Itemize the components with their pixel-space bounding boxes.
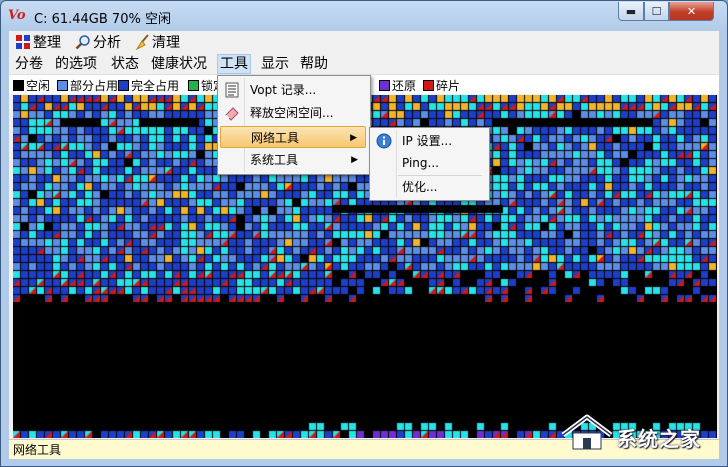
minimize-button[interactable]: ▬: [618, 2, 644, 21]
menu-item-label: 优化...: [402, 180, 438, 194]
network-tools-menu: IP 设置... Ping... 优化...: [369, 127, 490, 201]
submenu-arrow-icon: ▶: [351, 155, 358, 165]
defrag-icon: [14, 34, 31, 50]
legend-swatch: [57, 79, 68, 91]
menu-health[interactable]: 健康状况: [149, 55, 209, 73]
clean-label: 清理: [152, 35, 180, 51]
legend-swatch: [379, 79, 390, 91]
menu-item-system-tools[interactable]: 系统工具 ▶: [220, 149, 366, 171]
legend-label: 空闲: [26, 78, 51, 93]
watermark-text: 系统之家: [617, 427, 701, 451]
legend-fragment: 碎片: [423, 78, 461, 93]
analyze-label: 分析: [93, 35, 121, 51]
menu-item-label: 系统工具: [250, 153, 299, 167]
menu-volume[interactable]: 分卷: [13, 55, 45, 73]
clean-button[interactable]: 清理: [133, 33, 180, 51]
menu-status[interactable]: 状态: [109, 55, 141, 73]
menu-view[interactable]: 显示: [259, 55, 291, 73]
menu-item-vopt-log[interactable]: Vopt 记录...: [220, 79, 366, 101]
tools-menu: Vopt 记录... 释放空闲空间... 网络工具 ▶ 系统工具 ▶: [217, 75, 371, 175]
menu-item-ping[interactable]: Ping...: [372, 152, 485, 174]
menu-item-label: IP 设置...: [402, 134, 453, 148]
menu-item-label: Ping...: [402, 156, 439, 170]
legend-swatch: [118, 79, 129, 91]
legend-label: 完全占用: [131, 78, 180, 93]
legend-restore: 还原: [379, 78, 417, 93]
legend-full: 完全占用: [118, 78, 180, 93]
menu-options[interactable]: 的选项: [53, 55, 99, 73]
close-button[interactable]: ✕: [669, 2, 714, 21]
menu-item-label: 网络工具: [251, 131, 300, 145]
menu-item-optimize[interactable]: 优化...: [372, 176, 485, 198]
menu-bar: 分卷 的选项 状态 健康状况 工具 显示 帮助: [9, 53, 719, 75]
submenu-arrow-icon: ▶: [350, 133, 357, 143]
app-window: Vo C: 61.44GB 70% 空闲 ▬ ☐ ✕ 整理 分析 清理 分卷 的…: [0, 0, 728, 467]
broom-icon: [133, 34, 150, 51]
magnifier-icon: [74, 34, 91, 50]
maximize-button[interactable]: ☐: [644, 2, 669, 21]
menu-item-label: 释放空闲空间...: [250, 106, 334, 120]
defrag-label: 整理: [33, 35, 61, 51]
house-logo-icon: [561, 414, 613, 450]
menu-item-free-space[interactable]: 释放空闲空间...: [220, 102, 366, 124]
legend-swatch: [13, 79, 24, 91]
legend-swatch: [188, 79, 199, 91]
legend-free: 空闲: [13, 78, 51, 93]
document-list-icon: [224, 82, 240, 98]
legend-partial: 部分占用: [57, 78, 119, 93]
status-text: 网络工具: [13, 443, 62, 457]
defrag-button[interactable]: 整理: [14, 33, 61, 51]
legend-label: 部分占用: [70, 78, 119, 93]
legend-swatch: [423, 79, 434, 91]
menu-item-network-tools[interactable]: 网络工具 ▶: [220, 126, 366, 148]
window-title: C: 61.44GB 70% 空闲: [34, 12, 171, 27]
app-logo-icon: Vo: [8, 8, 26, 23]
toolbar: 整理 分析 清理: [9, 31, 719, 53]
info-icon: [376, 133, 392, 149]
menu-item-ip-settings[interactable]: IP 设置...: [372, 130, 485, 152]
menu-tools[interactable]: 工具: [217, 54, 251, 74]
legend-label: 还原: [392, 78, 417, 93]
analyze-button[interactable]: 分析: [74, 33, 121, 51]
title-bar[interactable]: Vo C: 61.44GB 70% 空闲 ▬ ☐ ✕: [1, 1, 727, 31]
menu-item-label: Vopt 记录...: [250, 83, 317, 97]
legend-label: 碎片: [436, 78, 461, 93]
eraser-icon: [224, 105, 240, 121]
watermark: 系统之家: [557, 409, 721, 457]
menu-help[interactable]: 帮助: [298, 55, 330, 73]
